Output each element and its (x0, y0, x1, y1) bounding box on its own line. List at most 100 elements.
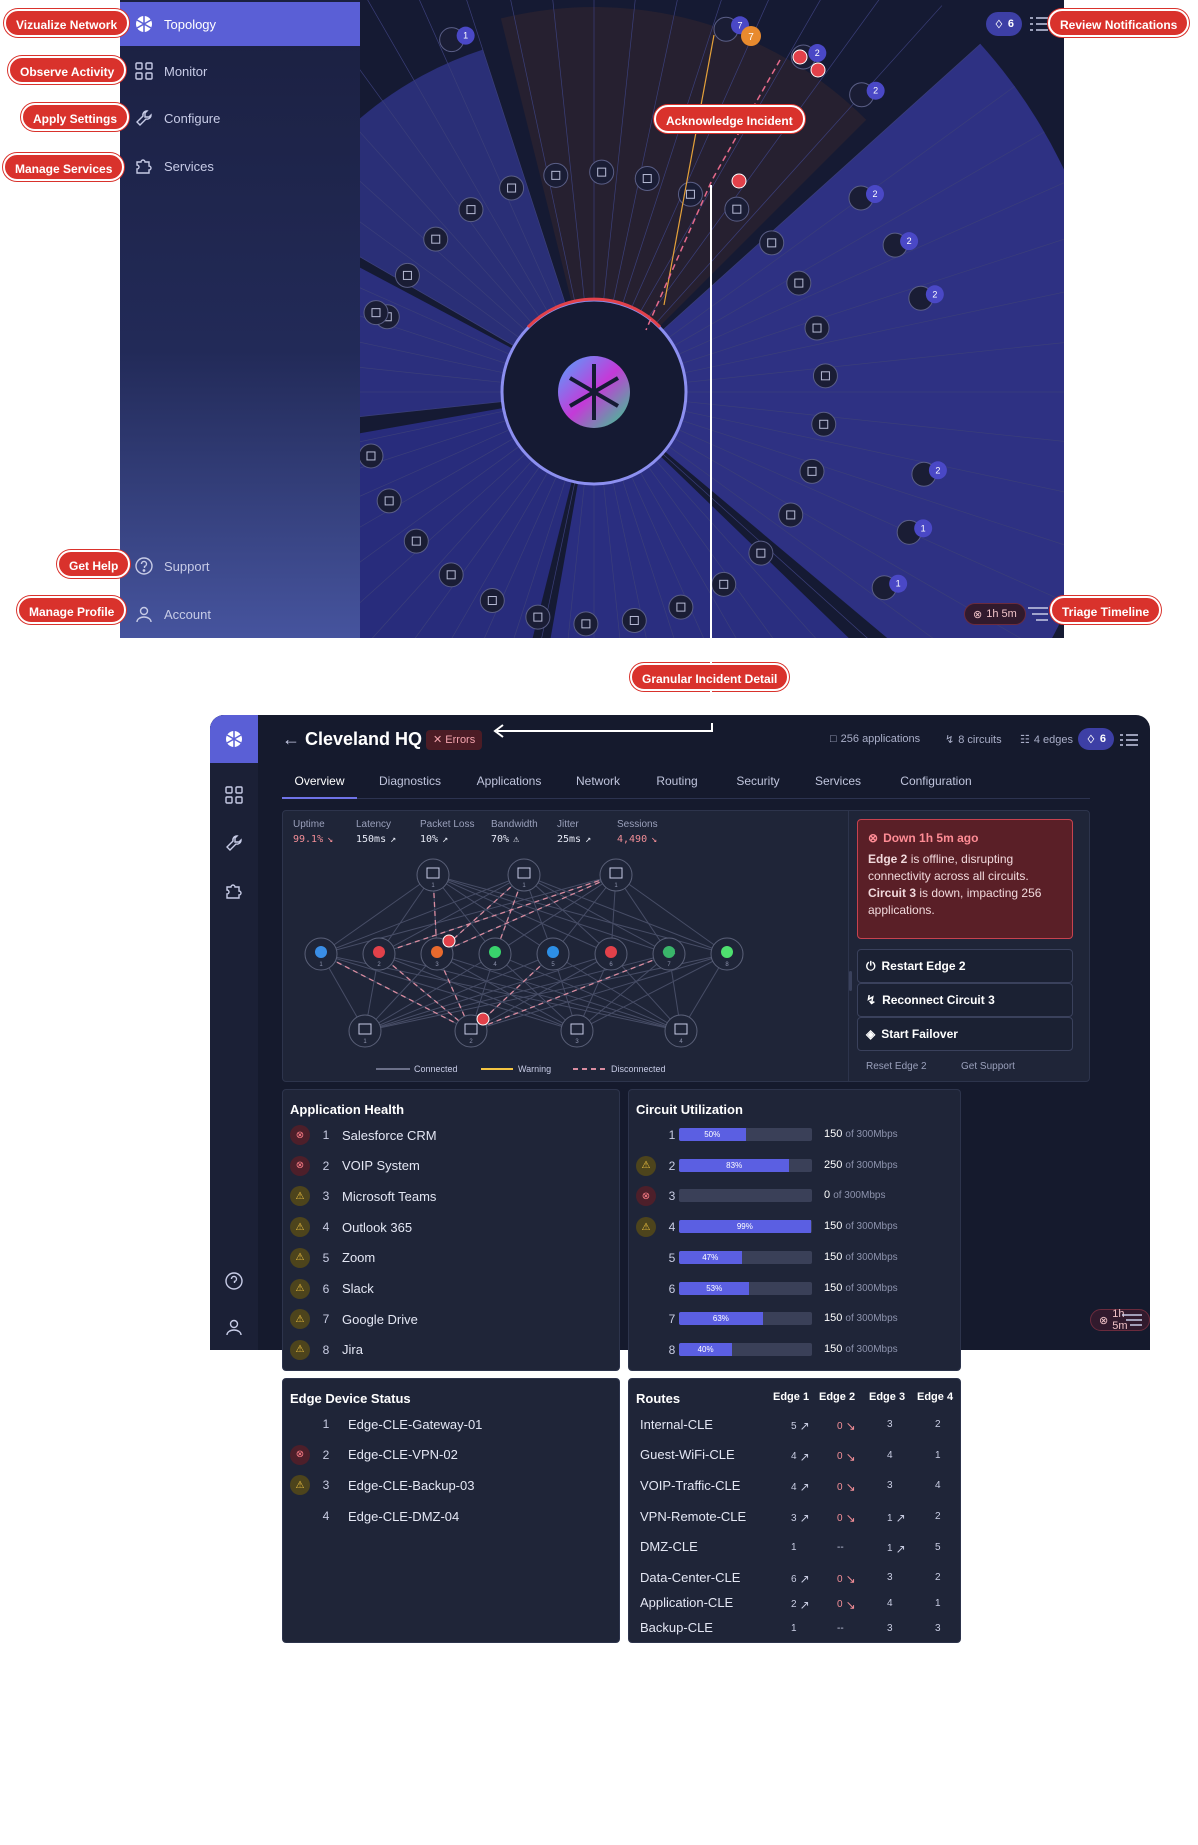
list-item[interactable]: ⊗ 1 Salesforce CRM (290, 1120, 437, 1150)
list-item[interactable]: ⚠ 7 Google Drive (290, 1304, 418, 1334)
network-node[interactable] (786, 270, 812, 296)
nav-account[interactable]: Account (120, 592, 360, 636)
tab-network[interactable]: Network (562, 767, 634, 799)
tab-routing[interactable]: Routing (642, 767, 712, 799)
route-name[interactable]: VPN-Remote-CLE (640, 1501, 746, 1531)
tab-overview[interactable]: Overview (282, 767, 357, 799)
network-node[interactable] (360, 443, 384, 469)
table-row[interactable]: ⚠ 4 (636, 1212, 682, 1242)
network-node[interactable] (479, 588, 505, 614)
tab-services[interactable]: Services (802, 767, 874, 799)
reconnect-circuit-button[interactable]: ↯ Reconnect Circuit 3 (857, 983, 1073, 1017)
list-icon[interactable] (1120, 733, 1138, 747)
help-icon[interactable] (224, 1271, 244, 1291)
restart-edge-button[interactable]: ⏻ Restart Edge 2 (857, 949, 1073, 983)
list-item[interactable]: ⚠ 5 Zoom (290, 1243, 375, 1273)
nav-services[interactable]: Services (120, 144, 360, 188)
network-node[interactable] (711, 571, 737, 597)
back-arrow-icon[interactable]: ← (282, 729, 300, 750)
network-node[interactable] (811, 411, 837, 437)
nav-monitor[interactable]: Monitor (120, 49, 360, 93)
notification-badge[interactable]: ♢ 6 (1078, 728, 1114, 750)
network-node[interactable] (543, 162, 569, 188)
list-item[interactable]: ⚠ 4 Outlook 365 (290, 1212, 412, 1242)
network-node[interactable] (677, 181, 703, 207)
error-marker-icon[interactable] (442, 934, 456, 948)
table-row[interactable]: 5 (636, 1243, 682, 1273)
network-node[interactable] (748, 540, 774, 566)
failover-button[interactable]: ◈ Start Failover (857, 1017, 1073, 1051)
route-name[interactable]: DMZ-CLE (640, 1532, 698, 1562)
get-support-link[interactable]: Get Support (961, 1061, 1015, 1072)
network-node[interactable] (778, 502, 804, 528)
list-icon[interactable] (1030, 16, 1048, 32)
network-node[interactable] (799, 458, 825, 484)
route-name[interactable]: VOIP-Traffic-CLE (640, 1470, 740, 1500)
puzzle-icon[interactable] (224, 881, 244, 901)
error-marker-icon[interactable] (792, 49, 808, 65)
network-node[interactable] (589, 159, 615, 185)
metric-bandwidth: Bandwidth 70% ⚠ (491, 819, 538, 845)
nav-topology[interactable]: Topology (120, 2, 360, 46)
route-cell: 2 ↗ (791, 1597, 810, 1612)
timeline-icon[interactable] (1028, 606, 1048, 622)
list-item[interactable]: 1 Edge-CLE-Gateway-01 (290, 1409, 483, 1439)
scrollbar[interactable] (849, 971, 852, 991)
network-node[interactable] (759, 230, 785, 256)
table-row[interactable]: 6 (636, 1274, 682, 1304)
route-name[interactable]: Internal-CLE (640, 1409, 713, 1439)
panel-title: Edge Device Status (290, 1391, 411, 1406)
tab-configuration[interactable]: Configuration (882, 767, 990, 799)
network-node[interactable] (812, 363, 838, 389)
network-node[interactable] (499, 175, 525, 201)
brand-logo-icon[interactable] (210, 715, 258, 763)
list-item[interactable]: ⚠ 3 Edge-CLE-Backup-03 (290, 1470, 474, 1500)
table-row[interactable]: 1 (636, 1120, 682, 1150)
list-item[interactable]: ⚠ 8 Jira (290, 1335, 363, 1365)
grid-icon[interactable] (224, 785, 244, 805)
table-row[interactable]: 8 (636, 1335, 682, 1365)
network-node[interactable] (438, 562, 464, 588)
notification-badge[interactable]: ♢ 6 (986, 12, 1022, 36)
nav-configure[interactable]: Configure (120, 96, 360, 140)
network-node[interactable] (363, 300, 389, 326)
tab-security[interactable]: Security (722, 767, 794, 799)
reset-edge-link[interactable]: Reset Edge 2 (866, 1061, 927, 1072)
network-node[interactable] (403, 528, 429, 554)
error-marker-icon[interactable] (476, 1012, 490, 1026)
list-item[interactable]: ⊗ 2 Edge-CLE-VPN-02 (290, 1440, 458, 1470)
route-name[interactable]: Guest-WiFi-CLE (640, 1440, 735, 1470)
table-row[interactable]: ⊗ 3 (636, 1181, 682, 1211)
error-marker-icon[interactable] (810, 62, 826, 78)
nav-support[interactable]: Support (120, 544, 360, 588)
network-node[interactable] (621, 607, 647, 633)
table-row[interactable]: ⚠ 2 (636, 1151, 682, 1181)
metric-packet-loss: Packet Loss 10% ↗ (420, 819, 475, 845)
wrench-icon[interactable] (224, 833, 244, 853)
network-node[interactable] (458, 197, 484, 223)
network-node[interactable] (573, 611, 599, 637)
tab-applications[interactable]: Applications (462, 767, 556, 799)
list-item[interactable]: ⊗ 2 VOIP System (290, 1151, 420, 1181)
network-node[interactable] (804, 315, 830, 341)
count-label: 2 (873, 86, 878, 96)
network-node[interactable] (724, 196, 750, 222)
list-item[interactable]: 4 Edge-CLE-DMZ-04 (290, 1501, 460, 1531)
route-cell: 1 (935, 1597, 941, 1609)
incident-timer[interactable]: ⊗ 1h 5m (964, 603, 1026, 625)
network-node[interactable] (423, 226, 449, 252)
user-icon[interactable] (224, 1317, 244, 1337)
table-row[interactable]: 7 (636, 1304, 682, 1334)
network-node[interactable] (668, 594, 694, 620)
tab-diagnostics[interactable]: Diagnostics (367, 767, 453, 799)
network-node[interactable] (634, 166, 660, 192)
network-node[interactable] (525, 604, 551, 630)
list-item[interactable]: ⚠ 3 Microsoft Teams (290, 1181, 436, 1211)
network-node[interactable] (376, 488, 402, 514)
network-node[interactable] (394, 262, 420, 288)
error-marker-icon[interactable] (731, 173, 747, 189)
callout-visualize: Vizualize Network (4, 9, 130, 37)
timeline-icon[interactable] (1122, 1313, 1142, 1327)
route-name[interactable]: Backup-CLE (640, 1613, 713, 1643)
list-item[interactable]: ⚠ 6 Slack (290, 1274, 374, 1304)
